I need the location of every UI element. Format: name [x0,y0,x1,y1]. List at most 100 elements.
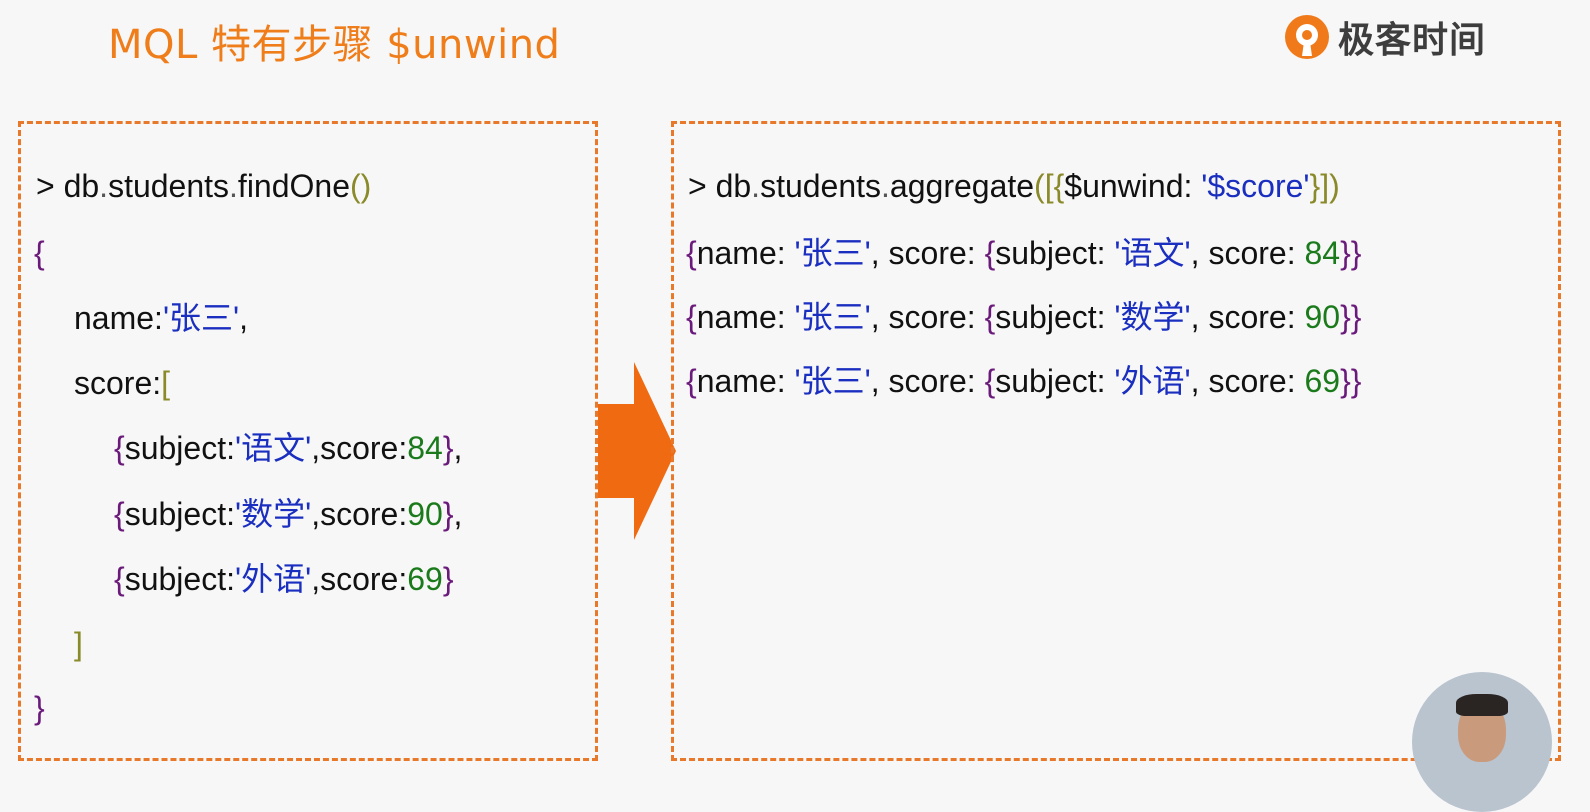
name-field-line: name:'张三', [74,302,248,334]
score-value: 84 [407,430,443,466]
subject-value: '数学' [234,496,312,532]
name-value: '张三' [794,235,871,271]
presenter-hair [1456,694,1508,716]
score-item-3: {subject:'外语',score:69} [114,563,454,595]
name-key: name: [74,300,163,336]
logo-mark-icon [1285,15,1329,59]
result-row-2: {name: '张三', score: {subject: '数学', scor… [686,301,1361,333]
name-key: name: [696,235,795,271]
pipeline-open: ([{ [1034,168,1065,204]
paren-close: ) [360,168,372,204]
sep: , [1190,299,1209,335]
name-key: name: [696,363,795,399]
name-value: '张三' [794,299,871,335]
logo-text: 极客时间 [1338,20,1487,61]
sep: , [870,299,889,335]
brace-close: } [442,561,454,597]
subject-key: subject: [124,430,235,466]
comma: , [239,300,249,336]
dot: . [751,168,761,204]
score-key: score: [888,363,985,399]
aggregate-command: > db.students.aggregate([{$unwind: '$sco… [688,170,1340,202]
comma: , [311,496,321,532]
subject-value: '语文' [234,430,312,466]
subject-key: subject: [995,235,1115,271]
db-text: db [63,168,100,204]
brace-close: }} [1340,299,1362,335]
subject-value: '语文' [1114,235,1191,271]
subject-key: subject: [124,496,235,532]
subject-key: subject: [995,363,1115,399]
brace-open: { [114,561,125,597]
dot: . [99,168,109,204]
collection-text: students [108,168,230,204]
score-key: score: [320,430,408,466]
subject-value: '数学' [1114,299,1191,335]
subject-key: subject: [124,561,235,597]
score-item-2: {subject:'数学',score:90}, [114,498,462,530]
score-value: 90 [1304,299,1341,335]
subject-key: subject: [995,299,1115,335]
brace-open: { [686,235,697,271]
unwind-field: '$score' [1201,168,1310,204]
score-key: score: [74,365,162,401]
name-value: '张三' [162,300,240,336]
subject-value: '外语' [234,561,312,597]
score-field-line: score:[ [74,367,170,399]
brace-open: { [984,363,996,399]
score-value: 84 [1304,235,1341,271]
brace-open: { [686,363,697,399]
method-text: findOne [237,168,350,204]
unwind-stage: $unwind: [1064,168,1202,204]
score-key: score: [1208,299,1305,335]
sep: , [870,235,889,271]
paren-open: ( [350,168,361,204]
brace-close: } [442,496,454,532]
doc-close-brace: } [34,690,45,726]
brace-open: { [114,496,125,532]
score-key: score: [888,299,985,335]
array-open: [ [161,365,171,401]
result-row-3: {name: '张三', score: {subject: '外语', scor… [686,365,1361,397]
score-key: score: [1208,235,1305,271]
unwind-result-panel [671,121,1561,761]
score-value: 69 [1304,363,1341,399]
trail-comma: , [453,496,463,532]
brace-close: }} [1340,363,1362,399]
sep: , [870,363,889,399]
right-arrow-icon [598,362,676,540]
score-item-1: {subject:'语文',score:84}, [114,432,462,464]
presenter-video-avatar [1412,672,1552,812]
name-key: name: [696,299,795,335]
brace-open: { [984,235,996,271]
method-text: aggregate [889,168,1035,204]
pipeline-close: }]) [1309,168,1340,204]
dot: . [881,168,890,204]
brand-logo: 极客时间 [1282,8,1486,66]
sep: , [1190,235,1209,271]
score-key: score: [320,561,408,597]
brace-open: { [114,430,125,466]
brace-close: } [442,430,454,466]
score-value: 90 [407,496,443,532]
result-row-1: {name: '张三', score: {subject: '语文', scor… [686,237,1361,269]
db-text: db [715,168,752,204]
trail-comma: , [453,430,463,466]
brace-open: { [984,299,996,335]
doc-open-brace: { [34,235,45,271]
sep: , [1190,363,1209,399]
brace-close: }} [1340,235,1362,271]
score-key: score: [1208,363,1305,399]
brace-open: { [686,299,697,335]
array-close: ] [74,626,83,662]
name-value: '张三' [794,363,871,399]
dot: . [229,168,238,204]
prompt-symbol: > [688,168,707,204]
subject-value: '外语' [1114,363,1191,399]
comma: , [311,561,321,597]
score-value: 69 [407,561,443,597]
findone-command: > db.students.findOne() [36,170,371,202]
prompt-symbol: > [36,168,55,204]
score-key: score: [888,235,985,271]
collection-text: students [760,168,882,204]
